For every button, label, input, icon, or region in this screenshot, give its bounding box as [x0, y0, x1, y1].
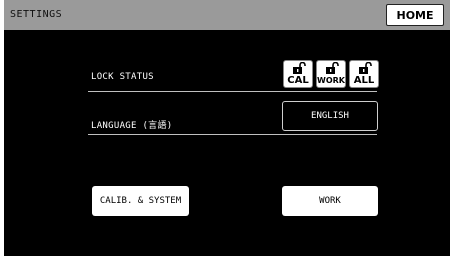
language-divider [88, 134, 377, 135]
page-title: SETTINGS [10, 9, 63, 20]
language-label: LANGUAGE (言語) [91, 121, 173, 131]
lock-all-button[interactable]: ALL [349, 60, 379, 88]
lock-work-button[interactable]: WORK [316, 60, 346, 88]
work-button[interactable]: WORK [282, 186, 378, 216]
lock-status-group: CAL WORK ALL [283, 60, 379, 88]
calib-system-button[interactable]: CALIB. & SYSTEM [92, 186, 189, 216]
lock-work-label: WORK [317, 76, 345, 85]
unlocked-padlock-icon [293, 62, 306, 74]
title-bar: SETTINGS HOME [4, 0, 450, 30]
lock-cal-label: CAL [287, 75, 309, 86]
home-button[interactable]: HOME [386, 4, 444, 26]
unlocked-padlock-icon [359, 62, 372, 74]
settings-screen: SETTINGS HOME LOCK STATUS CAL WORK ALL L… [0, 0, 454, 260]
unlocked-padlock-icon [326, 62, 339, 74]
language-button[interactable]: ENGLISH [282, 101, 378, 131]
lock-status-label: LOCK STATUS [91, 72, 154, 82]
lock-cal-button[interactable]: CAL [283, 60, 313, 88]
lock-all-label: ALL [353, 75, 375, 86]
lock-divider [88, 91, 377, 92]
